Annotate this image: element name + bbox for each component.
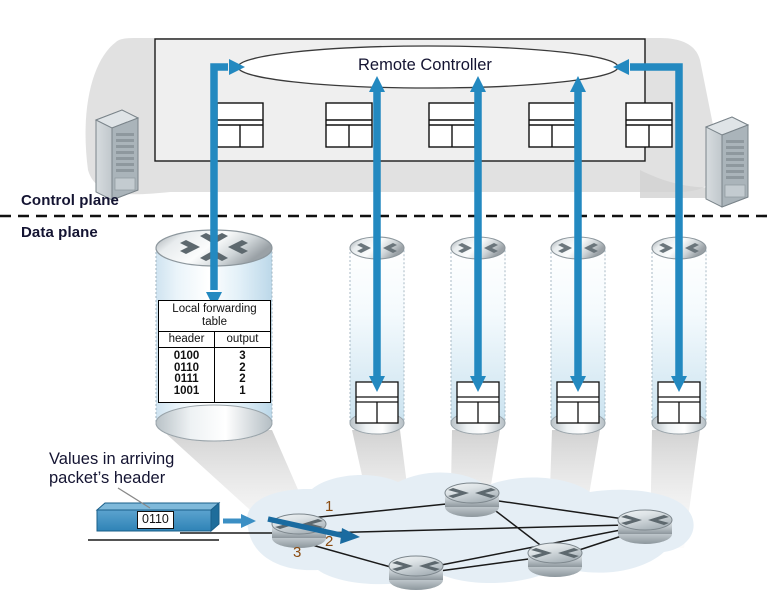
forwarding-table-output-values: 3 2 2 1 (215, 348, 270, 401)
network-diagram-svg (0, 38, 773, 590)
packet-callout-line2: packet’s header (49, 469, 166, 487)
forwarding-table-title-line1: Local forwarding (172, 303, 257, 315)
table-icon-4 (528, 102, 576, 148)
data-plane-label: Data plane (21, 224, 98, 241)
forwarding-table-col-header: header (159, 332, 215, 348)
cloud-router-5 (527, 542, 583, 577)
diagram-canvas: Control plane Data plane Remote Controll… (0, 0, 773, 615)
table-icon-1 (216, 102, 264, 148)
control-plane-label: Control plane (21, 192, 119, 209)
cloud-router-3 (617, 509, 673, 544)
server-left (94, 109, 140, 201)
forwarding-table-body: 0100 0110 0111 1001 3 2 2 1 (159, 348, 270, 402)
table-icon-3 (428, 102, 476, 148)
cloud-router-4 (388, 555, 444, 590)
forwarding-table-title: Local forwarding table (159, 301, 270, 333)
cloud-router-2 (444, 482, 500, 517)
table-row: 1001 (173, 384, 200, 397)
server-right (704, 116, 750, 208)
packet-header-value: 0110 (137, 511, 174, 529)
forwarding-table-header-values: 0100 0110 0111 1001 (159, 348, 215, 402)
remote-controller-label: Remote Controller (358, 56, 492, 74)
forwarding-table-col-output: output (226, 333, 259, 346)
forwarding-table-title-line2: table (202, 315, 227, 328)
cylinder-table-icons (355, 381, 701, 424)
table-row: 1 (239, 384, 246, 397)
local-forwarding-table: Local forwarding table header output 010… (158, 300, 271, 403)
port-label-3: 3 (293, 544, 302, 561)
forwarding-table-header-row: header output (159, 332, 270, 349)
port-label-2: 2 (325, 533, 334, 550)
port-label-1: 1 (325, 498, 334, 515)
packet-callout-line1: Values in arriving (49, 450, 175, 468)
table-icon-2 (325, 102, 373, 148)
packet-callout-text: Values in arriving packet’s header (49, 450, 174, 488)
table-icon-5 (625, 102, 673, 148)
